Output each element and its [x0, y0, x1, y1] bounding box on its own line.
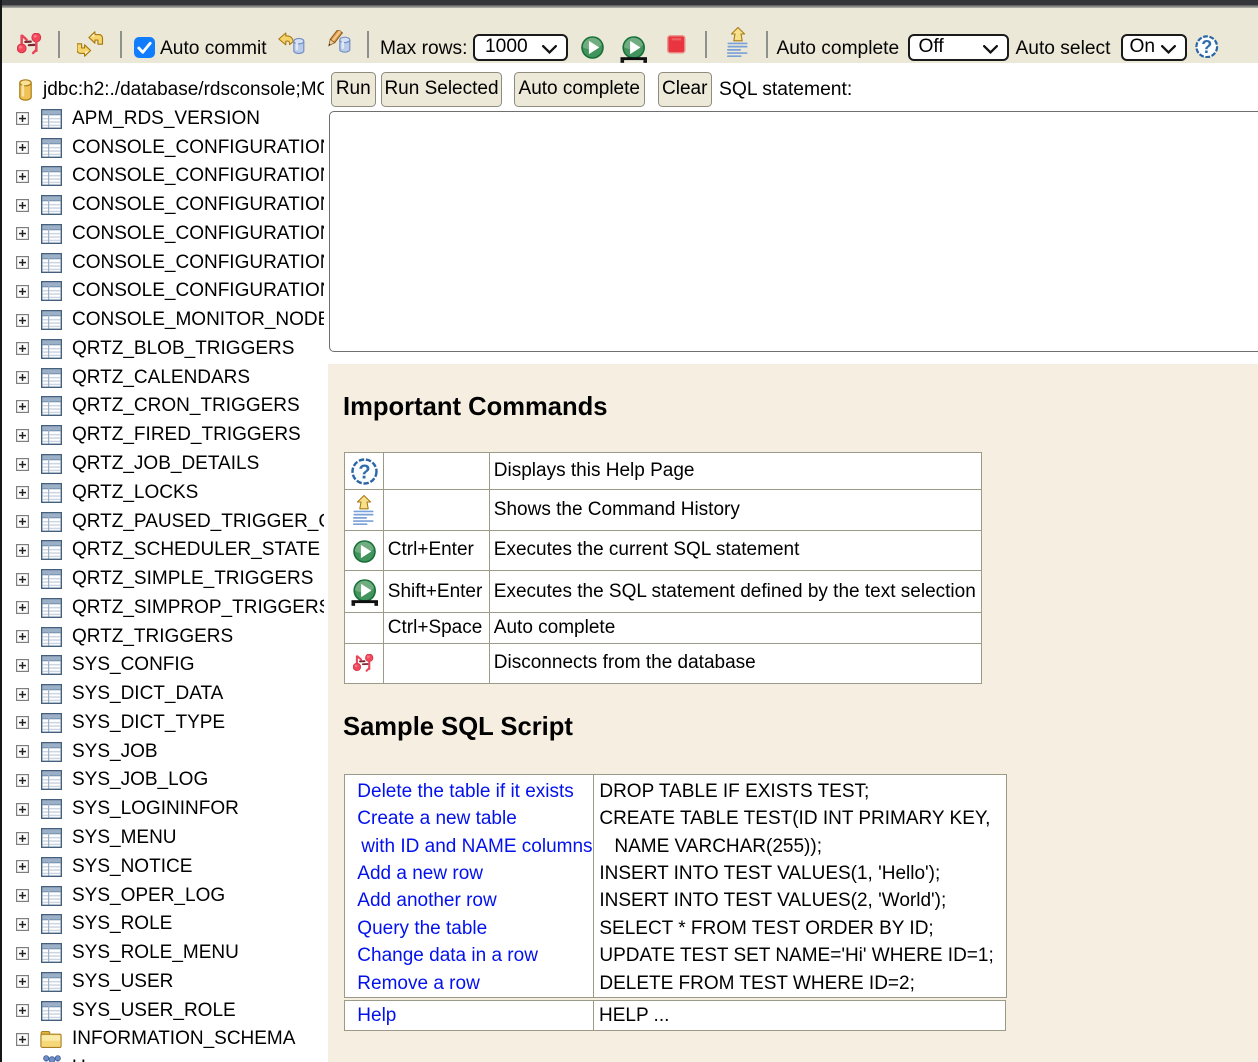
- svg-text:?: ?: [359, 462, 371, 484]
- svg-text:?: ?: [1201, 37, 1212, 57]
